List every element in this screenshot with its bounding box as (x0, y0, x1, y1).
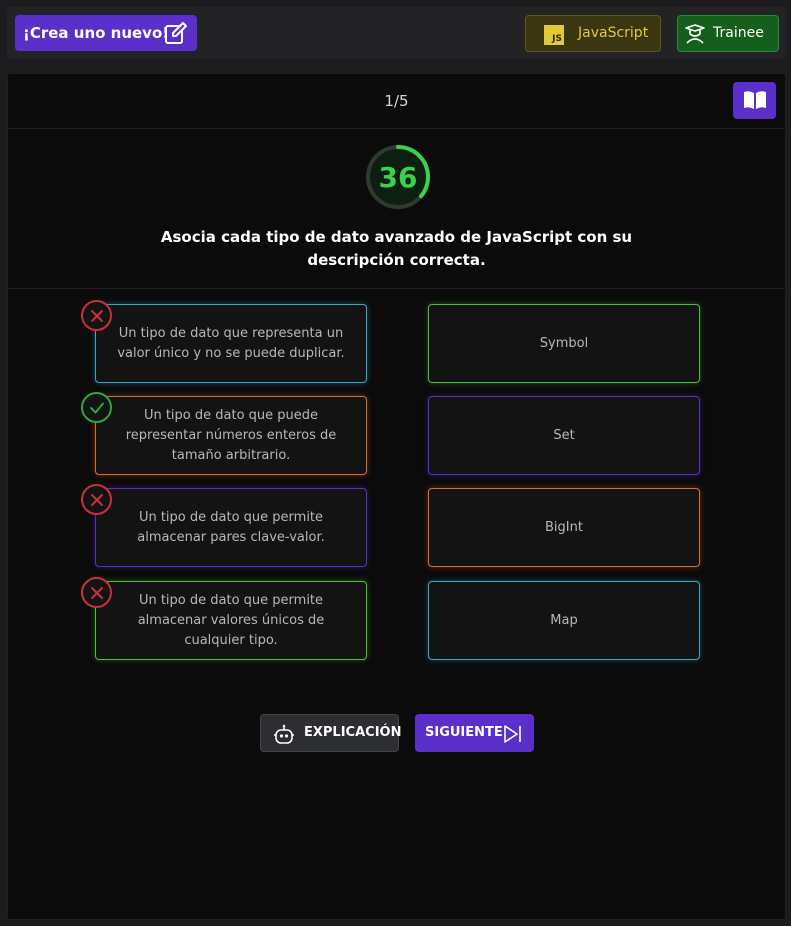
level-button[interactable]: Trainee (677, 15, 779, 52)
check-icon (81, 392, 112, 423)
term-card[interactable]: Map (428, 581, 700, 660)
term-text: Map (550, 612, 578, 628)
explanation-button[interactable]: EXPLICACIÓN (260, 714, 402, 752)
divider (8, 288, 785, 289)
definition-text: Un tipo de dato que permite almacenar va… (137, 592, 325, 648)
top-bar: ¡Crea uno nuevo! JS JavaScript Trainee (7, 7, 786, 59)
term-text: Set (553, 427, 575, 443)
skip-next-icon (504, 725, 521, 743)
trainee-icon (685, 24, 705, 44)
cross-icon (81, 300, 112, 331)
term-card[interactable]: Set (428, 396, 700, 475)
term-card[interactable]: Symbol (428, 304, 700, 383)
definition-text: Un tipo de dato que permite almacenar pa… (137, 509, 325, 545)
definition-card[interactable]: Un tipo de dato que representa un valor … (95, 304, 367, 383)
score-value: 36 (378, 160, 418, 194)
next-button[interactable]: SIGUIENTE (415, 714, 534, 752)
definition-text: Un tipo de dato que representa un valor … (117, 325, 345, 361)
term-card[interactable]: BigInt (428, 488, 700, 567)
quiz-panel: 1/5 36 Asocia cada tipo de dato avanzado… (7, 73, 786, 920)
book-button[interactable] (733, 82, 776, 119)
cross-icon (81, 577, 112, 608)
explanation-label: EXPLICACIÓN (304, 725, 402, 740)
term-text: Symbol (539, 335, 589, 351)
definition-card[interactable]: Un tipo de dato que permite almacenar va… (95, 581, 367, 660)
level-label: Trainee (713, 25, 764, 41)
robot-icon (274, 724, 294, 744)
edit-icon (165, 22, 187, 44)
book-icon (744, 91, 766, 109)
next-label: SIGUIENTE (425, 725, 503, 740)
quiz-header: 1/5 (8, 74, 785, 129)
cross-icon (81, 484, 112, 515)
question-text: Asocia cada tipo de dato avanzado de Jav… (160, 228, 633, 269)
definition-text: Un tipo de dato que puede representar nú… (125, 407, 337, 463)
question-counter: 1/5 (384, 92, 409, 110)
language-button[interactable]: JS JavaScript (525, 15, 661, 52)
create-new-button[interactable]: ¡Crea uno nuevo! (15, 15, 197, 51)
language-label: JavaScript (578, 25, 649, 41)
javascript-icon: JS (544, 25, 564, 45)
term-text: BigInt (545, 519, 583, 535)
definition-card[interactable]: Un tipo de dato que permite almacenar pa… (95, 488, 367, 567)
score-ring: 36 (365, 144, 431, 210)
create-new-label: ¡Crea uno nuevo! (23, 24, 170, 42)
definition-card[interactable]: Un tipo de dato que puede representar nú… (95, 396, 367, 475)
